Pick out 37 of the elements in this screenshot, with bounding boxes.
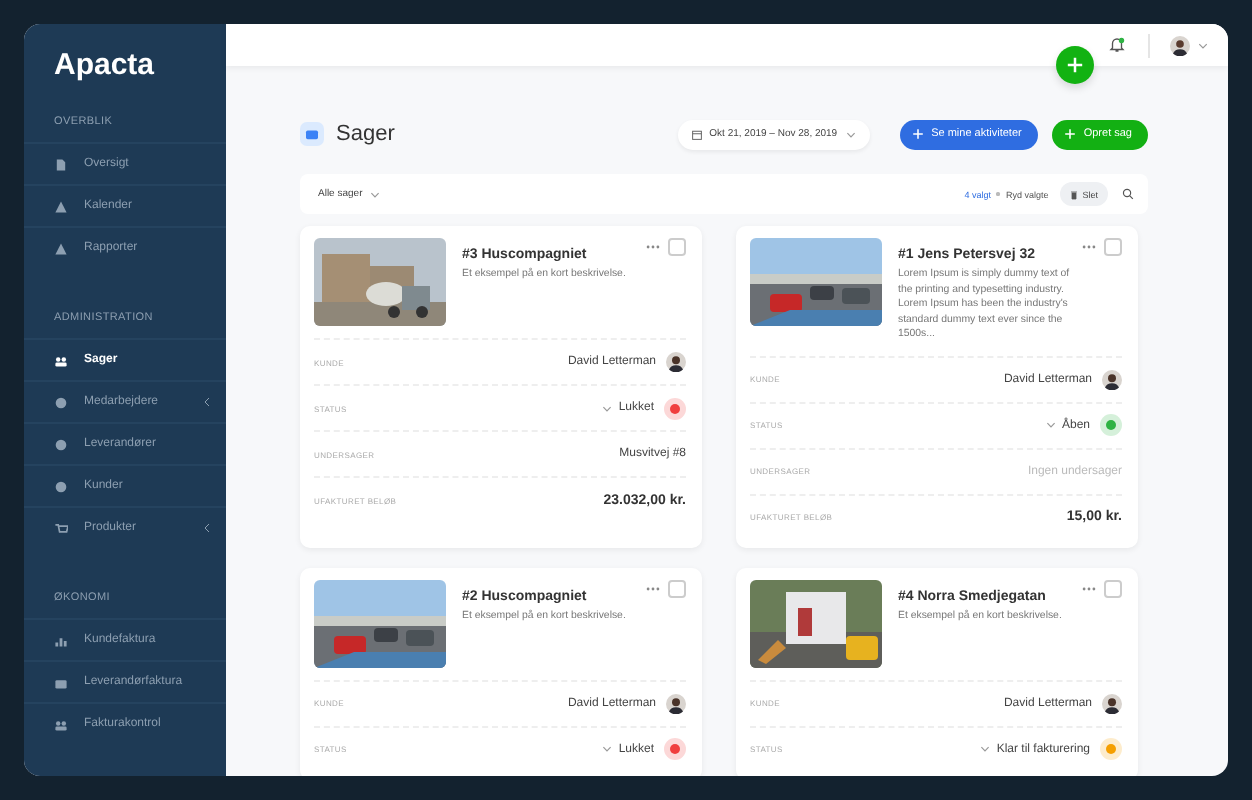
more-icon[interactable] [646, 244, 660, 250]
caret-icon [845, 131, 856, 137]
more-icon[interactable] [646, 585, 660, 591]
page-title: Sager [336, 122, 395, 146]
caret-icon[interactable] [1198, 41, 1208, 49]
plus-icon [1063, 128, 1076, 140]
avatar [1102, 693, 1122, 713]
triangle-icon [54, 241, 68, 255]
cart-icon [54, 521, 68, 535]
people-icon [54, 353, 68, 367]
add-button[interactable] [1056, 46, 1094, 84]
avatar [666, 693, 686, 713]
avatar [666, 352, 686, 372]
people-icon [54, 717, 68, 731]
checkbox[interactable] [668, 579, 686, 597]
caret-icon [980, 746, 991, 752]
checkbox[interactable] [1104, 579, 1122, 597]
plus-icon [1066, 56, 1084, 74]
trash-icon [1070, 189, 1079, 199]
bar-chart-icon [54, 633, 68, 647]
plus-icon [911, 128, 924, 140]
logo: Apacta [52, 46, 157, 86]
search-icon[interactable] [1122, 188, 1134, 200]
more-icon[interactable] [1082, 585, 1096, 591]
triangle-icon [54, 199, 68, 213]
bell-icon[interactable] [1108, 36, 1126, 54]
caret-icon [1045, 422, 1056, 428]
document-icon [54, 157, 68, 171]
checkbox[interactable] [1104, 238, 1122, 256]
calendar-icon [691, 129, 702, 139]
avatar [1102, 369, 1122, 389]
avatar[interactable] [1170, 35, 1190, 55]
more-icon[interactable] [1082, 244, 1096, 250]
caret-icon [602, 746, 613, 752]
checkbox[interactable] [668, 238, 686, 256]
caret-icon [602, 405, 613, 411]
caret-icon [370, 191, 381, 197]
